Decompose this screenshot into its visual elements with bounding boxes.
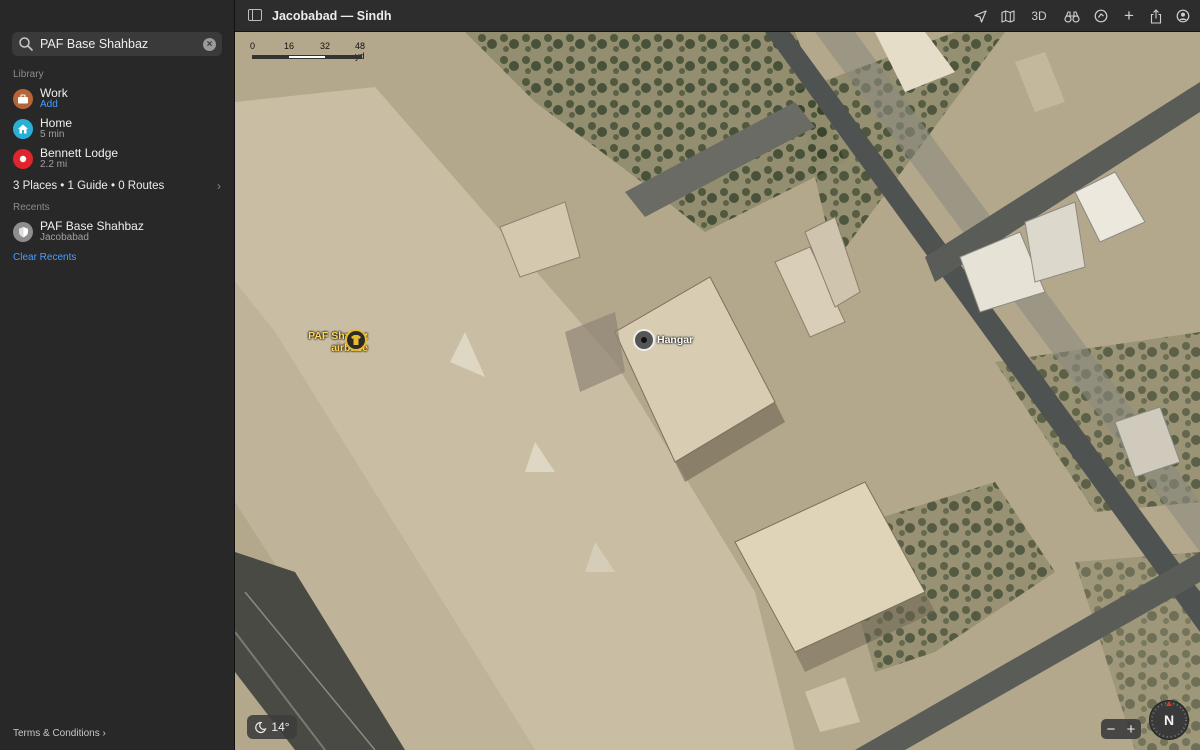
compass[interactable]: N [1149, 700, 1189, 740]
library-item-label: Home [40, 116, 73, 130]
airbase-pin-icon[interactable] [345, 329, 367, 351]
pin-icon [13, 149, 33, 169]
library-item-work[interactable]: Work Add [13, 85, 223, 113]
activity-icon[interactable] [1093, 8, 1109, 24]
moon-cloud-icon [255, 721, 267, 733]
3d-button[interactable]: 3D [1030, 8, 1048, 24]
recents-heading: Recents [13, 202, 50, 213]
clear-recents-button[interactable]: Clear Recents [13, 252, 76, 263]
recent-item[interactable]: PAF Base Shahbaz Jacobabad [13, 218, 223, 246]
magnifier-icon [19, 37, 33, 51]
compass-north-label: N [1163, 712, 1175, 728]
satellite-imagery [235, 32, 1200, 750]
library-item-subtitle: 2.2 mi [40, 159, 68, 170]
map-mode-icon[interactable] [1000, 8, 1016, 24]
terms-link[interactable]: Terms & Conditions › [13, 728, 106, 739]
zoom-out-button[interactable]: − [1107, 721, 1116, 738]
satellite-map[interactable]: 0 16 32 48 yd PAF Shabaz airbase Hangar … [235, 32, 1200, 750]
poi-hangar-label[interactable]: Hangar [657, 334, 693, 346]
library-item-label: Work [40, 86, 68, 100]
briefcase-icon [13, 89, 33, 109]
library-item-bennett-lodge[interactable]: Bennett Lodge 2.2 mi [13, 145, 223, 173]
hangar-pin-icon[interactable] [633, 329, 655, 351]
account-icon[interactable] [1175, 8, 1191, 24]
library-item-subtitle: 5 min [40, 129, 65, 140]
recent-item-subtitle: Jacobabad [40, 232, 89, 243]
shield-icon [13, 222, 33, 242]
weather-badge[interactable]: 14° [247, 715, 297, 739]
sidebar-toggle-icon[interactable] [248, 9, 262, 21]
recent-item-label: PAF Base Shahbaz [40, 219, 144, 233]
scale-label: 32 [320, 41, 331, 51]
search-input[interactable]: PAF Base Shahbaz [40, 37, 203, 51]
terms-label: Terms & Conditions [13, 728, 100, 739]
scale-line [252, 55, 362, 59]
library-summary-label: 3 Places • 1 Guide • 0 Routes [13, 180, 165, 192]
search-field[interactable]: PAF Base Shahbaz × [12, 32, 222, 56]
temperature: 14° [271, 720, 290, 734]
library-summary[interactable]: 3 Places • 1 Guide • 0 Routes › [13, 179, 223, 193]
house-icon [13, 119, 33, 139]
sidebar: PAF Base Shahbaz × Library Work Add Home… [0, 0, 235, 750]
scale-bar: 0 16 32 48 yd [250, 41, 367, 63]
location-arrow-icon[interactable] [972, 8, 988, 24]
library-item-home[interactable]: Home 5 min [13, 115, 223, 143]
chevron-right-icon: › [99, 728, 106, 739]
library-heading: Library [13, 69, 44, 80]
scale-label: 16 [284, 41, 295, 51]
share-icon[interactable] [1148, 8, 1164, 24]
chevron-right-icon: › [217, 179, 221, 193]
clear-search-icon[interactable]: × [203, 37, 216, 51]
add-icon[interactable]: + [1121, 6, 1137, 25]
zoom-in-button[interactable]: + [1127, 721, 1136, 738]
binoculars-icon[interactable] [1063, 8, 1081, 24]
add-work-link[interactable]: Add [40, 99, 68, 111]
toolbar: Jacobabad — Sindh 3D + [235, 0, 1200, 32]
library-item-label: Bennett Lodge [40, 146, 119, 160]
window-title: Jacobabad — Sindh [272, 9, 392, 23]
scale-label: 0 [250, 41, 256, 51]
zoom-control: − + [1101, 719, 1141, 739]
